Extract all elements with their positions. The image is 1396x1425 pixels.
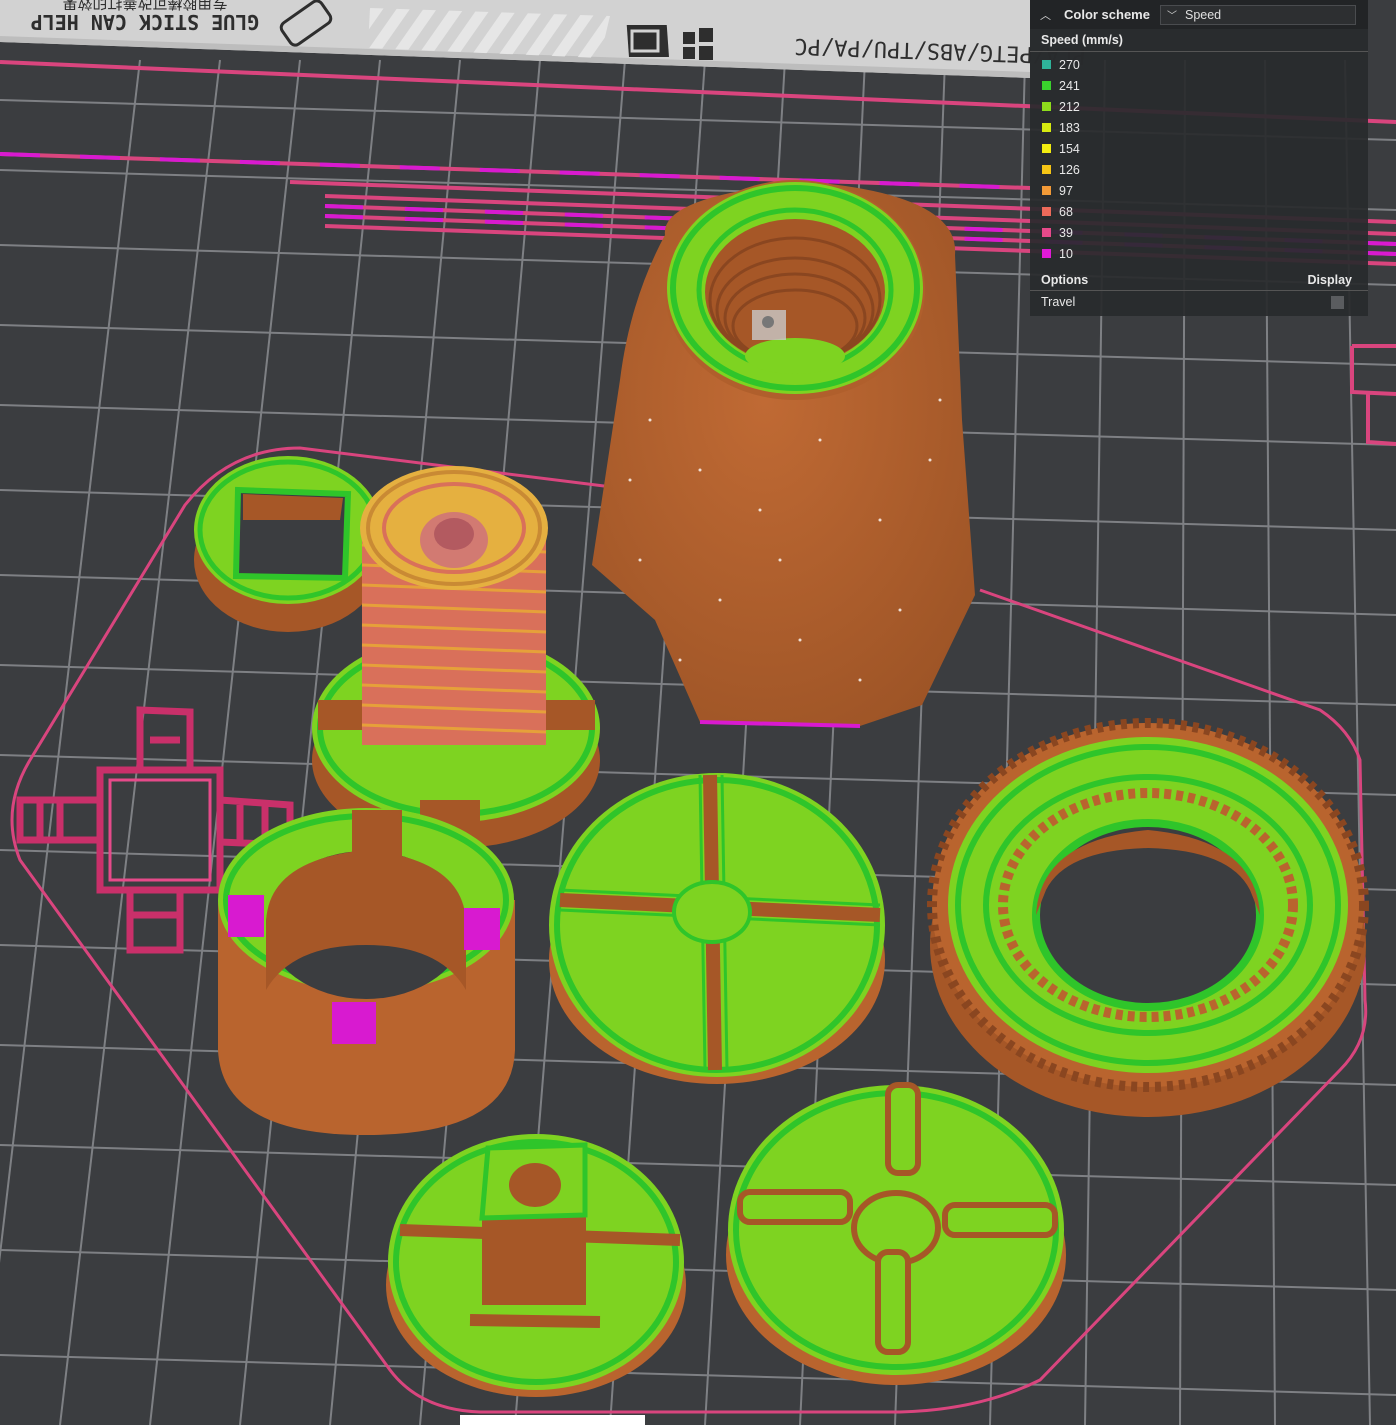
color-scheme-label: Color scheme [1064,7,1150,22]
legend-item-label: 68 [1059,204,1073,219]
legend-item: 270 [1030,54,1368,75]
legend-swatch [1042,102,1051,111]
legend-panel: ︿ Color scheme ﹀ Speed Speed (mm/s) 270 2… [1030,0,1368,316]
legend-item-label: 10 [1059,246,1073,261]
legend-item: 97 [1030,180,1368,201]
chevron-down-icon: ﹀ [1166,11,1177,22]
color-scheme-value: Speed [1184,7,1222,22]
legend-swatch [1042,207,1051,216]
legend-swatch [1042,144,1051,153]
legend-item: 183 [1030,117,1368,138]
options-label: Options [1041,273,1089,287]
legend-swatch [1042,123,1051,132]
legend-swatch [1042,165,1051,174]
bed-edge-marker [460,1415,645,1425]
legend-swatch [1042,228,1051,237]
legend-options-row: Options Display [1030,267,1368,291]
legend-item: 10 [1030,243,1368,264]
color-scheme-dropdown[interactable]: ﹀ Speed [1159,4,1356,25]
travel-option-row[interactable]: Travel [1030,291,1368,313]
legend-swatch [1042,60,1051,69]
legend-item-label: 241 [1059,78,1080,93]
legend-swatch [1042,186,1051,195]
plate-glue-subtext: 专用胶棒可改善打印效果 [62,0,227,11]
legend-item-label: 126 [1059,162,1080,177]
legend-item-label: 154 [1059,141,1080,156]
legend-item: 154 [1030,138,1368,159]
legend-item-label: 212 [1059,99,1080,114]
part-cross-disc[interactable] [549,773,885,1084]
legend-item: 212 [1030,96,1368,117]
display-label: Display [1307,273,1352,287]
collapse-chevron-icon[interactable]: ︿ [1040,7,1058,23]
part-square-washer[interactable] [194,456,382,632]
legend-item-label: 97 [1059,183,1073,198]
plate-glue-text: GLUE STICK CAN HELP [31,10,260,34]
legend-item: 241 [1030,75,1368,96]
legend-item: 39 [1030,222,1368,243]
legend-item: 126 [1030,159,1368,180]
travel-display-checkbox[interactable] [1331,295,1344,309]
legend-subtitle: Speed (mm/s) [1030,29,1368,52]
legend-swatch [1042,249,1051,258]
legend-header[interactable]: ︿ Color scheme ﹀ Speed [1030,0,1368,29]
part-gear-ring[interactable] [927,718,1369,1117]
legend-items: 270 241 212 183 154 126 97 68 39 10 [1030,52,1368,264]
legend-swatch [1042,81,1051,90]
travel-label: Travel [1041,295,1076,309]
part-hub-disc[interactable] [386,1134,686,1397]
legend-item: 68 [1030,201,1368,222]
legend-item-label: 270 [1059,57,1080,72]
legend-item-label: 183 [1059,120,1080,135]
part-ring-cylinder[interactable] [218,808,515,1135]
legend-item-label: 39 [1059,225,1073,240]
part-radial-disc[interactable] [726,1082,1066,1385]
